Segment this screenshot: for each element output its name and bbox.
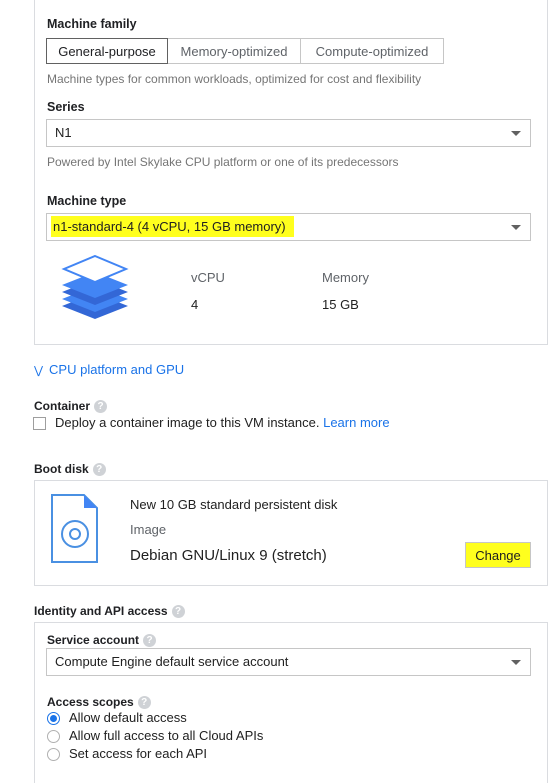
- machine-type-select[interactable]: n1-standard-4 (4 vCPU, 15 GB memory): [46, 213, 531, 241]
- cpu-platform-expander[interactable]: ⋁ CPU platform and GPU: [34, 362, 184, 377]
- tab-compute-optimized[interactable]: Compute-optimized: [300, 38, 444, 64]
- radio-default-access[interactable]: [47, 712, 60, 725]
- vcpu-label: vCPU: [191, 270, 225, 285]
- series-value: N1: [55, 125, 72, 140]
- service-account-section: Service account?: [47, 633, 157, 648]
- double-chevron-down-icon: ⋁: [34, 365, 44, 377]
- container-checkbox[interactable]: [33, 417, 46, 430]
- machine-type-value: n1-standard-4 (4 vCPU, 15 GB memory): [51, 216, 294, 237]
- memory-value: 15 GB: [322, 297, 359, 312]
- learn-more-link[interactable]: Learn more: [323, 415, 389, 430]
- container-checkbox-text: Deploy a container image to this VM inst…: [55, 415, 320, 430]
- radio-full-access-label: Allow full access to all Cloud APIs: [69, 728, 264, 743]
- access-scopes-label: Access scopes: [47, 695, 134, 709]
- boot-disk-panel: [34, 480, 548, 586]
- access-scopes-section: Access scopes?: [47, 695, 151, 710]
- identity-section: Identity and API access?: [34, 604, 185, 619]
- chevron-down-icon: [511, 131, 521, 136]
- chevron-down-icon: [511, 225, 521, 230]
- container-section: Container?: [34, 399, 108, 414]
- change-boot-disk-button[interactable]: Change: [465, 542, 531, 568]
- series-label: Series: [47, 100, 85, 114]
- service-account-select[interactable]: Compute Engine default service account: [46, 648, 531, 676]
- disk-file-icon: [51, 494, 98, 563]
- service-account-label: Service account: [47, 633, 140, 647]
- radio-per-api-access-label: Set access for each API: [69, 746, 208, 761]
- series-select[interactable]: N1: [46, 119, 531, 147]
- radio-full-access[interactable]: [47, 730, 60, 743]
- chevron-down-icon: [511, 660, 521, 665]
- boot-disk-image-value: Debian GNU/Linux 9 (stretch): [130, 547, 327, 564]
- cpu-platform-link: CPU platform and GPU: [49, 362, 185, 377]
- memory-label: Memory: [322, 270, 369, 285]
- boot-disk-label: Boot disk: [34, 462, 89, 476]
- machine-type-label: Machine type: [47, 194, 127, 208]
- boot-disk-title: New 10 GB standard persistent disk: [130, 497, 338, 512]
- help-icon[interactable]: ?: [143, 634, 157, 648]
- container-checkbox-row: Deploy a container image to this VM inst…: [55, 415, 390, 430]
- machine-family-hint: Machine types for common workloads, opti…: [47, 72, 422, 86]
- help-icon[interactable]: ?: [137, 696, 151, 710]
- vcpu-value: 4: [191, 297, 199, 312]
- boot-disk-section: Boot disk?: [34, 462, 106, 477]
- radio-default-access-label: Allow default access: [69, 710, 187, 725]
- service-account-value: Compute Engine default service account: [55, 654, 289, 669]
- radio-per-api-access[interactable]: [47, 748, 60, 761]
- tab-general-purpose[interactable]: General-purpose: [46, 38, 168, 64]
- help-icon[interactable]: ?: [94, 400, 108, 414]
- container-label: Container: [34, 399, 91, 413]
- boot-disk-image-label: Image: [130, 522, 167, 537]
- identity-label: Identity and API access: [34, 604, 168, 618]
- help-icon[interactable]: ?: [171, 605, 185, 619]
- tab-memory-optimized[interactable]: Memory-optimized: [167, 38, 301, 64]
- machine-layers-icon: [61, 255, 129, 319]
- series-hint: Powered by Intel Skylake CPU platform or…: [47, 155, 399, 169]
- machine-family-label: Machine family: [47, 17, 137, 31]
- help-icon[interactable]: ?: [92, 463, 106, 477]
